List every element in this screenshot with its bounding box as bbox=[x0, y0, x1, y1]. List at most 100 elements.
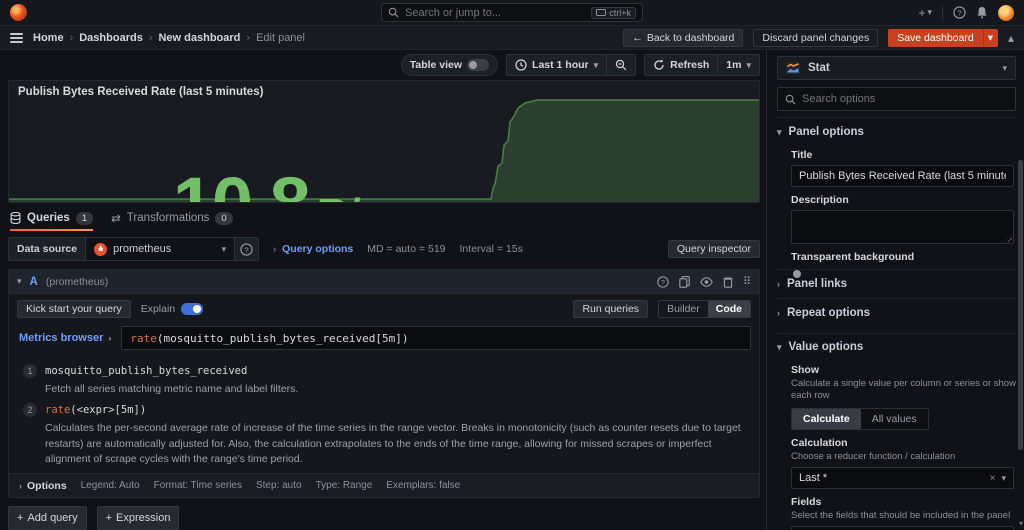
query-datasource-hint: (prometheus) bbox=[46, 276, 649, 288]
promql-input[interactable]: rate(mosquitto_publish_bytes_received[5m… bbox=[121, 326, 751, 350]
calculation-field-desc: Choose a reducer function / calculation bbox=[791, 451, 1016, 463]
query-row-header[interactable]: ▾ A (prometheus) ? ⠿ bbox=[9, 270, 759, 294]
scrollbar-down-arrow-icon[interactable]: ▾ bbox=[1019, 519, 1023, 528]
metrics-browser-toggle[interactable]: Metrics browser › bbox=[17, 326, 121, 350]
breadcrumb-dashboards[interactable]: Dashboards bbox=[79, 32, 143, 44]
add-expression-button[interactable]: +Expression bbox=[97, 506, 180, 530]
chevron-right-icon: › bbox=[108, 333, 111, 343]
chevron-down-icon: ▾ bbox=[777, 127, 782, 138]
hamburger-menu-icon[interactable] bbox=[10, 33, 23, 43]
step-number-badge: 2 bbox=[23, 403, 37, 417]
query-options-summary: › Options Legend: Auto Format: Time seri… bbox=[9, 473, 759, 497]
notifications-bell-icon[interactable] bbox=[976, 6, 988, 19]
tab-queries[interactable]: Queries 1 bbox=[10, 211, 93, 231]
value-options-section-header[interactable]: ▾ Value options bbox=[777, 333, 1016, 357]
options-toggle[interactable]: › Options bbox=[19, 480, 67, 492]
add-query-button[interactable]: +Add query bbox=[8, 506, 87, 530]
show-calculate-option[interactable]: Calculate bbox=[792, 409, 861, 429]
repeat-options-section-header[interactable]: › Repeat options bbox=[777, 298, 1016, 327]
description-textarea[interactable] bbox=[791, 210, 1014, 244]
panel-options-section-header[interactable]: ▾ Panel options bbox=[777, 117, 1016, 142]
breadcrumb-home[interactable]: Home bbox=[33, 32, 64, 44]
eye-icon[interactable] bbox=[700, 277, 713, 287]
options-search[interactable] bbox=[777, 87, 1016, 111]
grafana-logo-icon[interactable] bbox=[10, 4, 27, 21]
datasource-label: Data source bbox=[8, 237, 85, 261]
resize-handle[interactable] bbox=[1004, 234, 1012, 242]
time-range-picker[interactable]: Last 1 hour ▾ bbox=[506, 54, 607, 76]
chevron-right-icon: › bbox=[273, 244, 276, 254]
info-circle-icon[interactable]: ? bbox=[657, 276, 669, 288]
plus-icon: + bbox=[17, 512, 23, 524]
show-radio-group: Calculate All values bbox=[791, 408, 929, 430]
fields-select[interactable]: Numeric Fields ▾ bbox=[791, 526, 1014, 530]
search-bar[interactable]: ctrl+k bbox=[381, 3, 643, 22]
description-field-label: Description bbox=[791, 194, 1016, 206]
discard-panel-changes-button[interactable]: Discard panel changes bbox=[753, 29, 878, 47]
stat-number: 10.8 bbox=[173, 162, 309, 203]
builder-mode-button[interactable]: Builder bbox=[659, 301, 708, 317]
datasource-select[interactable]: prometheus ▾ bbox=[85, 237, 235, 261]
query-options-row: › Query options MD = auto = 519 Interval… bbox=[273, 243, 668, 255]
caret-down-icon: ▾ bbox=[746, 60, 751, 71]
duplicate-icon[interactable] bbox=[679, 276, 690, 288]
svg-text:?: ? bbox=[661, 279, 665, 286]
explain-toggle[interactable] bbox=[181, 303, 203, 315]
calculation-field-label: Calculation bbox=[791, 437, 1016, 449]
topnav-left bbox=[10, 4, 373, 21]
clock-icon bbox=[515, 59, 527, 71]
user-avatar[interactable] bbox=[998, 5, 1014, 21]
table-view-switch[interactable] bbox=[467, 59, 489, 71]
trash-icon[interactable] bbox=[723, 276, 733, 288]
sidebar-scrollbar[interactable] bbox=[1018, 160, 1023, 450]
edit-panel-main: Table view Last 1 hour ▾ bbox=[0, 50, 1024, 530]
visualization-picker[interactable]: Stat ▾ bbox=[777, 56, 1016, 80]
code-mode-button[interactable]: Code bbox=[708, 301, 750, 317]
calculation-select[interactable]: Last * ×▾ bbox=[791, 467, 1014, 489]
panel-title-input[interactable] bbox=[799, 170, 1006, 182]
query-options-toggle[interactable]: Query options bbox=[282, 243, 353, 255]
show-all-values-option[interactable]: All values bbox=[861, 409, 928, 429]
options-search-input[interactable] bbox=[802, 93, 1008, 105]
caret-down-icon: ▾ bbox=[222, 244, 227, 255]
panel-links-section-header[interactable]: › Panel links bbox=[777, 269, 1016, 298]
table-view-toggle[interactable]: Table view bbox=[401, 54, 498, 76]
breadcrumb-separator-icon: › bbox=[246, 32, 250, 44]
refresh-button[interactable]: Refresh bbox=[644, 54, 718, 76]
stat-panel[interactable]: Publish Bytes Received Rate (last 5 minu… bbox=[8, 80, 760, 203]
explain-label: Explain bbox=[141, 303, 175, 315]
chevron-down-icon[interactable]: ▾ bbox=[17, 276, 22, 287]
breadcrumb-new-dashboard[interactable]: New dashboard bbox=[158, 32, 240, 44]
show-field-desc: Calculate a single value per column or s… bbox=[791, 378, 1016, 403]
transformations-count-badge: 0 bbox=[215, 212, 232, 225]
caret-down-icon: ▾ bbox=[1001, 473, 1006, 484]
back-to-dashboard-button[interactable]: ←Back to dashboard bbox=[623, 29, 743, 47]
save-dashboard-button[interactable]: Save dashboard bbox=[888, 29, 982, 47]
left-column: Table view Last 1 hour ▾ bbox=[0, 50, 766, 530]
collapse-options-pane-icon[interactable]: ▴ bbox=[1008, 31, 1014, 45]
breadcrumb-separator-icon: › bbox=[149, 32, 153, 44]
interval-stat: Interval = 15s bbox=[460, 243, 523, 255]
zoom-out-button[interactable] bbox=[607, 54, 636, 76]
topnav-right: +▾ ? bbox=[651, 5, 1014, 21]
query-row-actions: ? ⠿ bbox=[657, 275, 751, 288]
clear-icon[interactable]: × bbox=[990, 473, 996, 484]
save-dashboard-caret-button[interactable]: ▾ bbox=[983, 29, 998, 47]
new-dropdown-button[interactable]: +▾ bbox=[918, 6, 932, 20]
top-nav: ctrl+k +▾ ? bbox=[0, 0, 1024, 26]
tab-transformations[interactable]: ⇄ Transformations 0 bbox=[111, 211, 233, 231]
search-input[interactable] bbox=[405, 7, 585, 19]
help-icon[interactable]: ? bbox=[953, 6, 966, 19]
step-number-badge: 1 bbox=[23, 364, 37, 378]
prometheus-icon bbox=[94, 243, 107, 256]
query-inspector-button[interactable]: Query inspector bbox=[668, 240, 760, 258]
fields-field-label: Fields bbox=[791, 496, 1016, 508]
max-data-points-stat: MD = auto = 519 bbox=[367, 243, 445, 255]
refresh-interval-picker[interactable]: 1m ▾ bbox=[718, 54, 760, 76]
explain-section: 1 mosquitto_publish_bytes_received Fetch… bbox=[9, 356, 759, 473]
run-queries-button[interactable]: Run queries bbox=[573, 300, 648, 318]
datasource-help-button[interactable]: ? bbox=[235, 237, 259, 261]
search-icon bbox=[785, 94, 796, 105]
kick-start-query-button[interactable]: Kick start your query bbox=[17, 300, 131, 318]
drag-handle-icon[interactable]: ⠿ bbox=[743, 275, 751, 288]
